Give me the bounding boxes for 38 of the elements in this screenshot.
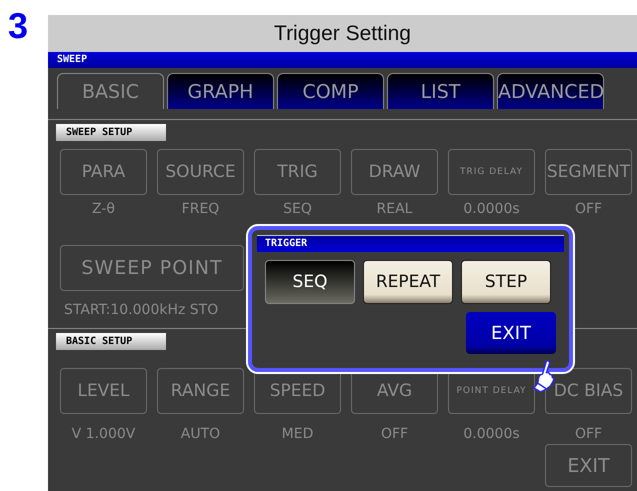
setting-value: 0.0000s — [463, 425, 520, 444]
exit-button[interactable]: EXIT — [545, 444, 632, 487]
step-number: 3 — [7, 4, 30, 48]
window-title: Trigger Setting — [48, 15, 637, 52]
setting-value: OFF — [574, 200, 602, 219]
setting-button[interactable]: SEGMENT — [545, 149, 632, 195]
setting-button[interactable]: TRIG — [254, 149, 341, 195]
tab[interactable]: GRAPH — [167, 73, 274, 109]
screen-header: SWEEP — [48, 52, 637, 68]
setting-value: OFF — [380, 425, 408, 444]
setting-value: OFF — [574, 425, 602, 444]
sweep-range-text: START:10.000kHz STO — [64, 302, 218, 318]
section-label: SWEEP SETUP — [56, 124, 166, 141]
tab[interactable]: COMP — [277, 73, 384, 109]
tab[interactable]: LIST — [387, 73, 494, 109]
setting-button[interactable]: TRIG DELAY — [448, 149, 535, 195]
trigger-option-button[interactable]: REPEAT — [363, 260, 453, 304]
tab[interactable]: BASIC — [57, 73, 164, 109]
setting-value: Z-θ — [92, 200, 115, 219]
setting-button[interactable]: LEVEL — [60, 368, 147, 414]
setting-button[interactable]: RANGE — [157, 368, 244, 414]
setting-value: MED — [282, 425, 314, 444]
dialog-exit-button[interactable]: EXIT — [466, 312, 556, 354]
setting-value: SEQ — [283, 200, 312, 219]
setting-button[interactable]: SOURCE — [157, 149, 244, 195]
section-label: BASIC SETUP — [56, 333, 166, 350]
setting-value: AUTO — [180, 425, 220, 444]
sweep-point-button[interactable]: SWEEP POINT — [60, 245, 244, 291]
setting-value: V 1.000V — [72, 425, 136, 444]
tab[interactable]: ADVANCED — [497, 73, 604, 109]
trigger-option-button[interactable]: STEP — [461, 260, 551, 304]
setting-button[interactable]: DRAW — [351, 149, 438, 195]
setting-button[interactable]: PARA — [60, 149, 147, 195]
setting-value: REAL — [376, 200, 412, 219]
setting-value: 0.0000s — [463, 200, 520, 219]
setting-value: FREQ — [182, 200, 220, 219]
trigger-option-button[interactable]: SEQ — [265, 260, 355, 304]
dialog-title: TRIGGER — [257, 235, 564, 252]
